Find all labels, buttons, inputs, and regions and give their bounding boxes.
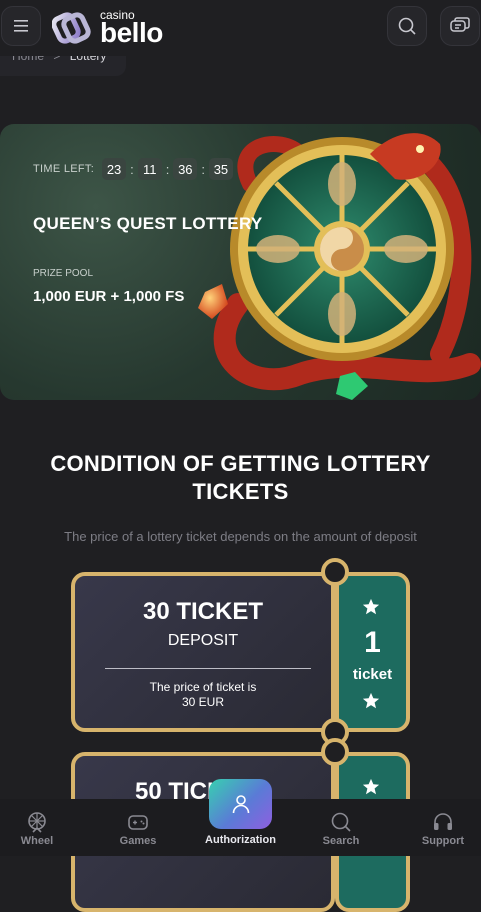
header: casino bello xyxy=(0,0,481,56)
nav-search-label: Search xyxy=(322,835,360,847)
timer-minutes: 36 xyxy=(173,158,198,180)
menu-icon xyxy=(14,20,28,32)
wheel-icon xyxy=(28,812,46,833)
search-icon xyxy=(331,812,351,832)
chat-button[interactable] xyxy=(440,6,480,46)
ticket-price-line2: 30 EUR xyxy=(181,695,225,709)
ticket-subtitle: DEPOSIT xyxy=(167,632,239,649)
star-icon xyxy=(362,778,380,795)
logo[interactable]: casino bello xyxy=(51,6,163,50)
lottery-title: QUEEN’S QUEST LOTTERY xyxy=(33,214,263,233)
timer-seconds: 35 xyxy=(208,158,233,180)
timer-days: 23 xyxy=(102,158,127,180)
nav-search[interactable]: Search xyxy=(301,799,381,856)
lottery-banner: TIME LEFT: 23 : 11 : 36 : 35 QUEEN’S QUE… xyxy=(0,124,481,400)
ticket-notch-top xyxy=(321,738,349,766)
timer-separator: : xyxy=(165,161,170,177)
search-button[interactable] xyxy=(387,6,427,46)
ticket-notch-top xyxy=(321,558,349,586)
nav-support-label: Support xyxy=(421,835,465,847)
prize-pool-value: 1,000 EUR + 1,000 FS xyxy=(33,288,185,305)
ticket-count: 1 xyxy=(364,626,381,659)
nav-games[interactable]: Games xyxy=(98,799,178,856)
logo-big-text: bello xyxy=(100,17,163,48)
headphones-icon xyxy=(434,813,452,830)
star-icon xyxy=(362,598,380,615)
menu-button[interactable] xyxy=(1,6,41,46)
logo-mark-icon xyxy=(51,8,92,48)
nav-wheel-label: Wheel xyxy=(20,835,54,847)
user-icon xyxy=(232,795,249,814)
countdown-timer: TIME LEFT: 23 : 11 : 36 : 35 xyxy=(33,158,233,180)
nav-games-label: Games xyxy=(119,835,157,847)
nav-wheel[interactable]: Wheel xyxy=(0,799,77,856)
ticket-price: The price of ticket is 30 EUR xyxy=(71,680,335,710)
timer-separator: : xyxy=(130,161,134,177)
timer-separator: : xyxy=(201,161,205,177)
timer-hours: 11 xyxy=(137,158,162,180)
conditions-subtitle: The price of a lottery ticket depends on… xyxy=(64,529,417,544)
ticket-main: 30 TICKET DEPOSIT The price of ticket is… xyxy=(71,572,335,732)
ticket-stub: 1 ticket xyxy=(335,572,410,732)
ticket-count-label: ticket xyxy=(352,666,393,683)
ticket-card: 30 TICKET DEPOSIT The price of ticket is… xyxy=(71,558,410,746)
ticket-price-line1: The price of ticket is xyxy=(149,680,257,694)
nav-authorization-label[interactable]: Authorization xyxy=(190,834,291,846)
chat-icon xyxy=(450,17,470,32)
gamepad-icon xyxy=(128,815,148,830)
authorization-button[interactable] xyxy=(209,779,272,829)
conditions-title: CONDITION OF GETTING LOTTERY TICKETS xyxy=(50,451,431,504)
time-left-label: TIME LEFT: xyxy=(33,163,95,175)
star-icon xyxy=(362,692,380,709)
nav-support[interactable]: Support xyxy=(403,799,481,856)
ticket-divider xyxy=(105,668,311,669)
ticket-title: 30 TICKET xyxy=(142,598,264,625)
search-icon xyxy=(398,17,416,35)
prize-pool-label: PRIZE POOL xyxy=(33,268,94,279)
